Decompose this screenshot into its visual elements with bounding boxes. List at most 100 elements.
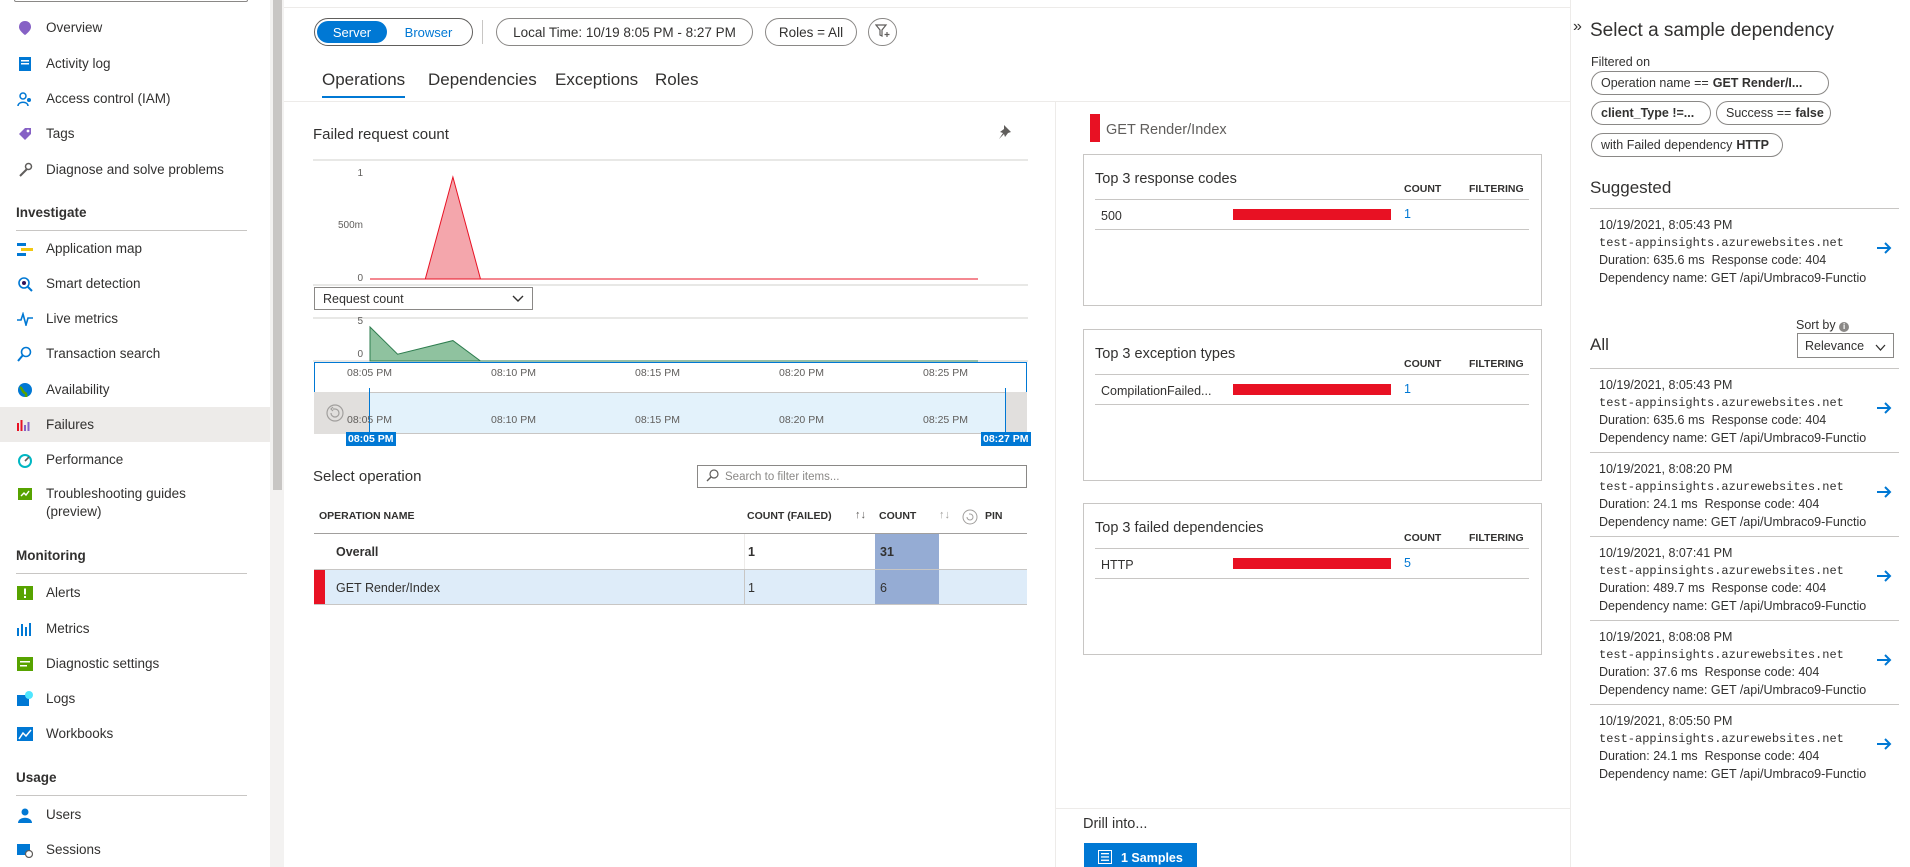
selected-indicator: [1090, 114, 1100, 142]
browser-option[interactable]: Browser: [387, 25, 470, 40]
row-name: Overall: [336, 545, 379, 559]
col-operation-name[interactable]: OPERATION NAME: [319, 510, 414, 522]
table-row-selected[interactable]: GET Render/Index 1 6: [314, 570, 1027, 604]
col-count-failed[interactable]: COUNT (FAILED): [747, 510, 832, 522]
arrow-right-icon[interactable]: [1875, 651, 1893, 669]
card-row[interactable]: CompilationFailed... 1: [1095, 375, 1529, 403]
panel-title: Select a sample dependency: [1590, 20, 1834, 41]
section-investigate: Investigate: [16, 205, 247, 231]
sort-dropdown[interactable]: Relevance: [1797, 333, 1894, 358]
sidebar-item-smart-detection[interactable]: Smart detection: [0, 266, 270, 301]
sidebar-item-availability[interactable]: Availability: [0, 372, 270, 407]
sidebar-item-activity-log[interactable]: Activity log: [0, 46, 270, 81]
arrow-right-icon[interactable]: [1875, 483, 1893, 501]
sidebar-item-diagnose[interactable]: Diagnose and solve problems: [0, 152, 270, 187]
sidebar-item-workbooks[interactable]: Workbooks: [0, 716, 270, 751]
add-filter-button[interactable]: [868, 18, 897, 46]
sample-item[interactable]: 10/19/2021, 8:05:50 PM test-appinsights.a…: [1590, 704, 1899, 788]
card-row[interactable]: 500 1: [1095, 200, 1529, 228]
tab-operations[interactable]: Operations: [322, 70, 406, 98]
filter-chip[interactable]: client_Type !=...: [1591, 101, 1711, 125]
sidebar-search-box[interactable]: [14, 0, 248, 2]
metric-dropdown-value: Request count: [323, 291, 404, 306]
sample-item[interactable]: 10/19/2021, 8:05:43 PM test-appinsights.a…: [1590, 368, 1899, 452]
row-count-link[interactable]: 1: [1404, 382, 1411, 396]
card-divider: [1095, 229, 1529, 230]
time-range-filter[interactable]: Local Time: 10/19 8:05 PM - 8:27 PM: [496, 18, 753, 46]
collapse-panel-button[interactable]: »: [1573, 18, 1582, 36]
arrow-right-icon[interactable]: [1875, 399, 1893, 417]
operation-search-input[interactable]: Search to filter items...: [697, 465, 1027, 488]
request-count-chart: 5 0: [313, 316, 1028, 362]
sort-icon[interactable]: ↑↓: [939, 509, 950, 521]
row-name: GET Render/Index: [336, 581, 440, 595]
tab-dependencies[interactable]: Dependencies: [428, 70, 537, 90]
sidebar-item-transaction-search[interactable]: Transaction search: [0, 336, 270, 371]
sample-duration: Duration: 24.1 ms: [1599, 497, 1698, 511]
sidebar-item-performance[interactable]: Performance: [0, 442, 270, 477]
sample-item[interactable]: 10/19/2021, 8:08:08 PM test-appinsights.a…: [1590, 620, 1899, 704]
sidebar-item-application-map[interactable]: Application map: [0, 231, 270, 266]
x-tick-label: 08:25 PM: [923, 414, 968, 426]
sample-response-code: Response code: 404: [1711, 581, 1827, 595]
sidebar-item-alerts[interactable]: Alerts: [0, 575, 270, 610]
sample-duration: Duration: 24.1 ms: [1599, 749, 1698, 763]
card-row[interactable]: HTTP 5: [1095, 549, 1529, 577]
brush-right-handle[interactable]: [1005, 388, 1006, 436]
sample-metrics: Duration: 635.6 ms Response code: 404: [1599, 252, 1881, 270]
arrow-right-icon[interactable]: [1875, 735, 1893, 753]
filter-chip[interactable]: Success == false: [1716, 101, 1831, 125]
time-brush[interactable]: [314, 392, 1027, 434]
diagnostic-settings-icon: [16, 655, 34, 673]
guide-icon: [16, 485, 34, 503]
sort-icon[interactable]: ↑↓: [855, 509, 866, 521]
samples-button[interactable]: 1 Samples: [1084, 843, 1197, 867]
server-browser-toggle[interactable]: Server Browser: [314, 18, 473, 46]
sidebar-item-metrics[interactable]: Metrics: [0, 611, 270, 646]
brush-left-handle[interactable]: [369, 388, 370, 436]
row-count-link[interactable]: 1: [1404, 207, 1411, 221]
pin-chart-button[interactable]: [995, 121, 1017, 143]
exception-types-card: Top 3 exception types COUNT FILTERING Co…: [1083, 329, 1542, 481]
filter-chip[interactable]: with Failed dependency HTTP: [1591, 133, 1783, 157]
table-row[interactable]: Overall 1 31: [314, 534, 1027, 569]
sample-response-code: Response code: 404: [1704, 497, 1820, 511]
sidebar-item-access-control[interactable]: Access control (IAM): [0, 81, 270, 116]
sidebar-scrollbar-thumb[interactable]: [273, 0, 282, 490]
sidebar-item-logs[interactable]: Logs: [0, 681, 270, 716]
sidebar-item-failures[interactable]: Failures: [0, 407, 270, 442]
sample-item[interactable]: 10/19/2021, 8:07:41 PM test-appinsights.a…: [1590, 536, 1899, 620]
sample-time: 10/19/2021, 8:05:43 PM: [1599, 218, 1733, 232]
reset-pin-icon[interactable]: [962, 509, 978, 528]
row-label: 500: [1101, 209, 1122, 223]
cell-divider: [744, 534, 745, 569]
sidebar-item-overview[interactable]: Overview: [0, 10, 270, 45]
sample-item[interactable]: 10/19/2021, 8:08:20 PM test-appinsights.a…: [1590, 452, 1899, 536]
globe-icon: [16, 381, 34, 399]
all-heading: All: [1590, 335, 1609, 354]
server-option[interactable]: Server: [317, 21, 387, 43]
tab-exceptions[interactable]: Exceptions: [555, 70, 638, 90]
sidebar-item-troubleshooting[interactable]: Troubleshooting guides (preview): [0, 477, 270, 527]
arrow-right-icon[interactable]: [1875, 567, 1893, 585]
filter-chip[interactable]: Operation name == GET Render/I...: [1591, 71, 1829, 95]
arrow-right-icon[interactable]: [1875, 239, 1893, 257]
range-end-label: 08:27 PM: [981, 432, 1031, 446]
reset-zoom-button[interactable]: [325, 403, 345, 423]
sidebar-item-sessions[interactable]: Sessions: [0, 832, 270, 867]
sidebar-item-tags[interactable]: Tags: [0, 116, 270, 151]
metric-dropdown[interactable]: Request count: [314, 287, 533, 310]
sidebar-item-live-metrics[interactable]: Live metrics: [0, 301, 270, 336]
sidebar-item-diagnostic-settings[interactable]: Diagnostic settings: [0, 646, 270, 681]
x-tick-label: 08:20 PM: [779, 414, 824, 426]
x-tick-label: 08:05 PM: [347, 414, 392, 426]
sample-item[interactable]: 10/19/2021, 8:05:43 PM test-appinsights.a…: [1590, 208, 1899, 292]
col-count[interactable]: COUNT: [879, 510, 916, 522]
row-count-link[interactable]: 5: [1404, 556, 1411, 570]
roles-filter[interactable]: Roles = All: [765, 18, 857, 46]
users-icon: [16, 806, 34, 824]
row-failed-count: 1: [748, 581, 755, 595]
tab-roles[interactable]: Roles: [655, 70, 698, 90]
sidebar-item-users[interactable]: Users: [0, 797, 270, 832]
sample-host: test-appinsights.azurewebsites.net: [1599, 563, 1844, 578]
